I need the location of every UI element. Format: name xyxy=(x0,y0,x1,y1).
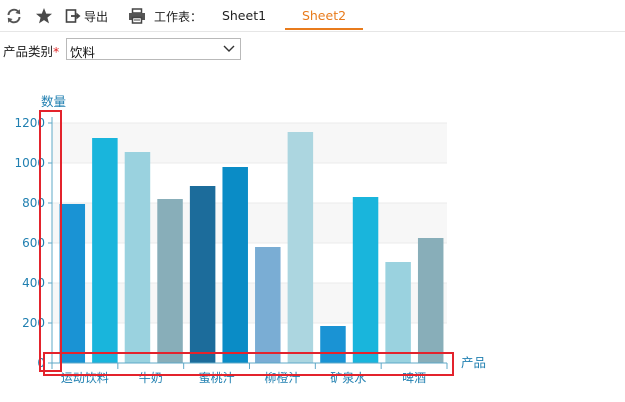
bar xyxy=(189,186,216,363)
tab-sheet2[interactable]: Sheet2 xyxy=(285,4,363,30)
tab-sheet1[interactable]: Sheet1 xyxy=(205,4,283,30)
favorite-button[interactable] xyxy=(35,6,53,26)
bar xyxy=(320,326,346,363)
toolbar: 导出 工作表： Sheet1 Sheet2 xyxy=(0,0,625,32)
sheet-label: 工作表： xyxy=(154,10,203,24)
y-tick-label: 600 xyxy=(22,236,45,250)
star-icon xyxy=(36,8,52,24)
refresh-icon xyxy=(7,8,21,24)
tab-label: Sheet2 xyxy=(301,8,347,23)
x-tick-label: 啤酒 xyxy=(402,370,426,385)
bar xyxy=(157,199,183,363)
bar xyxy=(417,238,444,363)
bar xyxy=(255,247,281,363)
export-label: 导出 xyxy=(84,9,109,24)
x-tick-label: 矿泉水 xyxy=(330,371,366,385)
x-tick-label: 柳橙汁 xyxy=(264,370,300,385)
bar xyxy=(59,204,86,363)
x-tick-label: 运动饮料 xyxy=(61,371,109,385)
product-category-value: 饮料 xyxy=(70,45,96,60)
y-tick-label: 1200 xyxy=(14,116,45,130)
product-category-label: 产品类别* xyxy=(3,41,59,60)
printer-icon xyxy=(129,8,145,24)
bar xyxy=(352,197,379,363)
export-button[interactable]: 导出 xyxy=(65,6,108,26)
tab-label: Sheet1 xyxy=(221,8,267,23)
bar-chart: 0 200 400 600 800 1000 1200 数量运动饮料 牛奶 蜜桃汁 柳橙汁 矿泉水 啤酒… xyxy=(14,94,486,385)
y-tick-label: 0 xyxy=(37,356,45,370)
chevron-down-icon xyxy=(223,45,235,52)
y-axis-label: 数量 xyxy=(41,94,66,109)
export-icon xyxy=(65,9,81,23)
required-mark: * xyxy=(53,44,60,59)
y-tick-label: 1000 xyxy=(14,156,45,170)
y-tick-label: 400 xyxy=(22,276,45,290)
x-axis-label: 产品 xyxy=(461,355,486,370)
filter-label-text: 产品类别 xyxy=(3,44,54,59)
x-tick-label: 牛奶 xyxy=(139,370,163,385)
y-tick-label: 200 xyxy=(22,316,45,330)
bar xyxy=(92,138,118,363)
refresh-button[interactable] xyxy=(6,6,22,26)
bar xyxy=(222,167,248,363)
bar xyxy=(385,262,411,363)
x-tick-label: 蜜桃汁 xyxy=(199,370,235,385)
bar xyxy=(287,132,314,363)
print-button[interactable] xyxy=(128,6,146,26)
bar xyxy=(124,152,151,363)
product-category-select[interactable]: 饮料 xyxy=(66,38,241,60)
y-tick-label: 800 xyxy=(22,196,45,210)
